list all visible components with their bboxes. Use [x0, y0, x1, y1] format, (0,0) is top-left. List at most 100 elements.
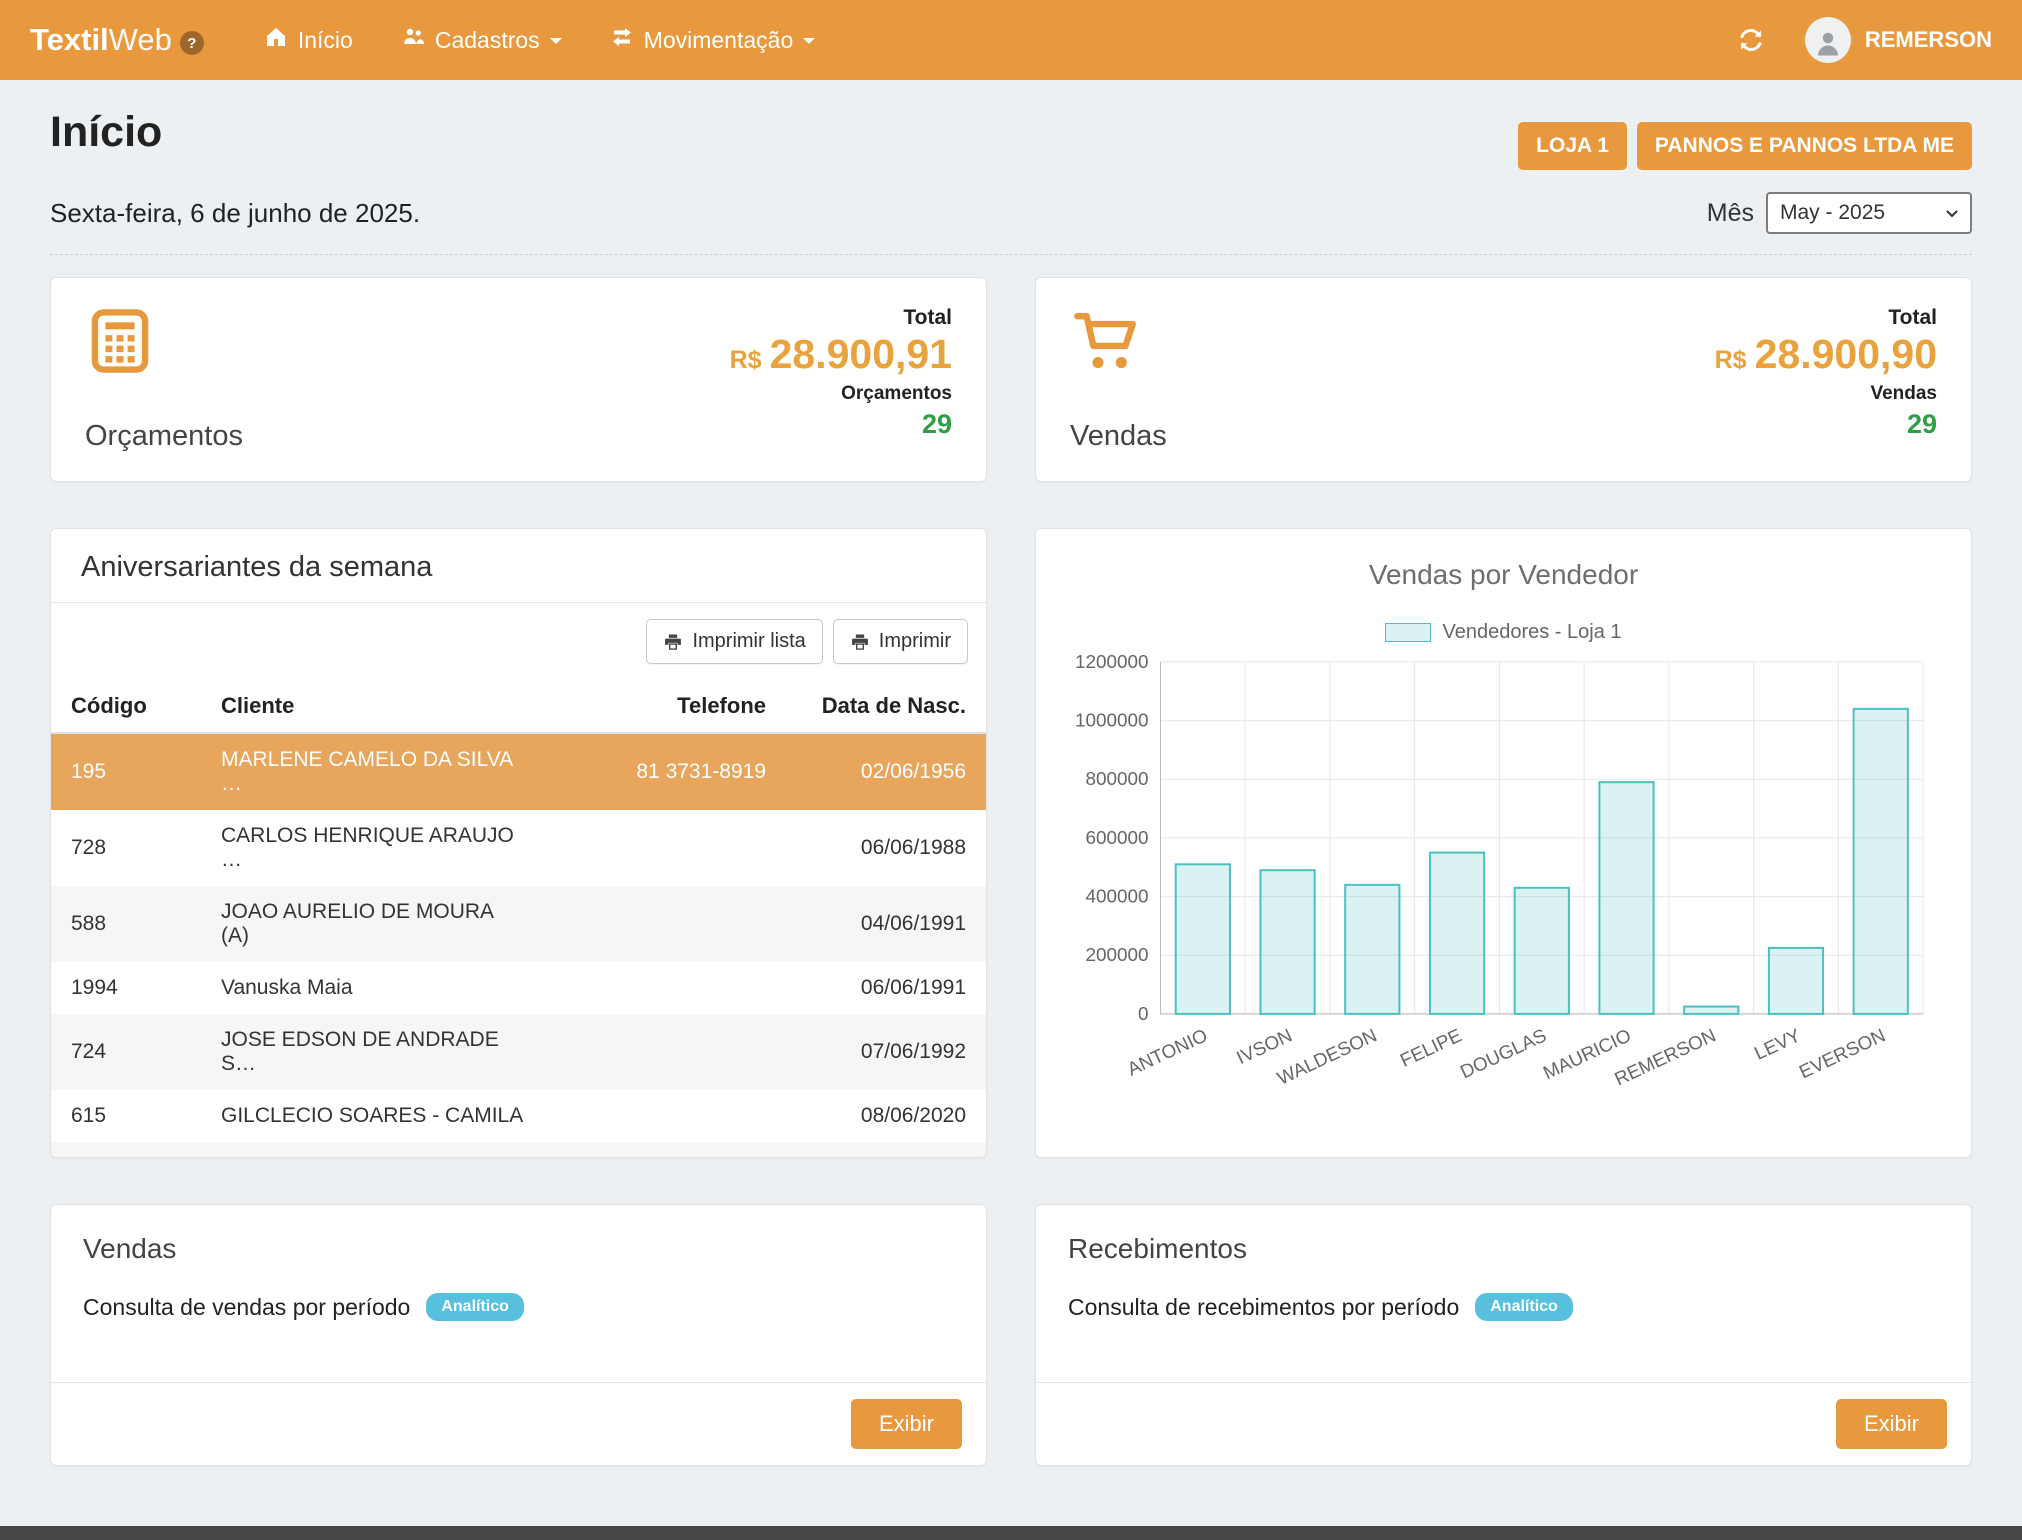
month-select[interactable]: May - 2025 [1766, 192, 1972, 234]
users-icon [401, 25, 425, 55]
chart-legend[interactable]: Vendedores - Loja 1 [1066, 621, 1941, 644]
nav-inicio[interactable]: Início [264, 25, 353, 55]
print-button[interactable]: Imprimir [833, 619, 968, 664]
printer-icon [663, 632, 683, 652]
cell-telefone [546, 1014, 786, 1090]
svg-text:1000000: 1000000 [1075, 711, 1148, 732]
cell-codigo: 615 [51, 1090, 201, 1142]
svg-text:EVERSON: EVERSON [1796, 1025, 1889, 1083]
company-button[interactable]: PANNOS E PANNOS LTDA ME [1637, 122, 1972, 170]
vendas-count: 29 [1715, 409, 1937, 440]
card-description: Consulta de vendas por período [83, 1294, 410, 1321]
cell-telefone [546, 1090, 786, 1142]
vendas-chart-svg: 020000040000060000080000010000001200000A… [1066, 650, 1941, 1097]
analitico-badge: Analítico [1475, 1293, 1573, 1321]
current-date: Sexta-feira, 6 de junho de 2025. [50, 198, 420, 229]
help-icon[interactable]: ? [180, 31, 204, 55]
cell-nasc: 02/06/2023 [786, 1142, 986, 1158]
col-telefone: Telefone [546, 680, 786, 733]
birthdays-table: Código Cliente Telefone Data de Nasc. 19… [51, 680, 986, 1158]
svg-text:ANTONIO: ANTONIO [1124, 1025, 1211, 1080]
user-name: REMERSON [1865, 27, 1992, 53]
cell-codigo: 588 [51, 886, 201, 962]
page-title: Início [50, 108, 162, 157]
cell-cliente: CARLOS HENRIQUE ARAUJO … [201, 810, 546, 886]
cell-codigo: 728 [51, 810, 201, 886]
exibir-recebimentos-button[interactable]: Exibir [1836, 1399, 1947, 1449]
table-row[interactable]: 588JOAO AURELIO DE MOURA (A)04/06/1991 [51, 886, 986, 962]
cell-telefone [546, 962, 786, 1014]
print-list-button[interactable]: Imprimir lista [646, 619, 822, 664]
orcamentos-count: 29 [730, 409, 952, 440]
cell-nasc: 08/06/2020 [786, 1090, 986, 1142]
page-content: Início LOJA 1 PANNOS E PANNOS LTDA ME Se… [0, 80, 2022, 1496]
total-label: Total [1715, 306, 1937, 330]
exchange-arrows-icon [610, 25, 634, 55]
cell-nasc: 02/06/1956 [786, 733, 986, 810]
cell-nasc: 07/06/1992 [786, 1014, 986, 1090]
nav-label: Início [298, 27, 353, 54]
chevron-down-icon [550, 38, 562, 50]
cell-telefone [546, 810, 786, 886]
orcamentos-total-value: R$28.900,91 [730, 334, 952, 375]
vendas-summary-card: Vendas Total R$28.900,90 Vendas 29 [1035, 277, 1972, 482]
page-bottom-bar [0, 1526, 2022, 1540]
vendas-report-card: Vendas Consulta de vendas por período An… [50, 1204, 987, 1466]
cell-codigo: 1994 [51, 962, 201, 1014]
table-row[interactable]: 615GILCLECIO SOARES - CAMILA 08/06/2020 [51, 1090, 986, 1142]
store-button[interactable]: LOJA 1 [1518, 122, 1627, 170]
total-label: Total [730, 306, 952, 330]
svg-text:200000: 200000 [1086, 945, 1149, 966]
cell-cliente: GILCLECIO SOARES - CAMILA [201, 1090, 546, 1142]
nav-cadastros[interactable]: Cadastros [401, 25, 562, 55]
cell-telefone: 81 3731-8919 [546, 733, 786, 810]
nav-label: Cadastros [435, 27, 540, 54]
svg-text:FELIPE: FELIPE [1397, 1025, 1465, 1072]
col-cliente: Cliente [201, 680, 546, 733]
cell-nasc: 06/06/1988 [786, 810, 986, 886]
cell-nasc: 04/06/1991 [786, 886, 986, 962]
col-nasc: Data de Nasc. [786, 680, 986, 733]
chevron-down-icon [1944, 205, 1960, 221]
main-nav: Início Cadastros Movimentação [264, 25, 815, 55]
month-label: Mês [1707, 199, 1754, 228]
birthdays-panel: Aniversariantes da semana Imprimir lista… [50, 528, 987, 1158]
svg-text:LEVY: LEVY [1751, 1025, 1804, 1065]
table-row[interactable]: 195MARLENE CAMELO DA SILVA …81 3731-8919… [51, 733, 986, 810]
calculator-icon [85, 306, 155, 376]
refresh-icon[interactable] [1737, 26, 1765, 54]
svg-text:IVSON: IVSON [1234, 1025, 1296, 1069]
brand-light: Web [109, 22, 172, 58]
month-select-value: May - 2025 [1780, 201, 1885, 225]
svg-text:DOUGLAS: DOUGLAS [1457, 1025, 1550, 1083]
table-row[interactable]: 724JOSE EDSON DE ANDRADE S…07/06/1992 [51, 1014, 986, 1090]
cell-telefone [546, 1142, 786, 1158]
table-row[interactable]: 950MATHEUS FELIPE FERREIRA …02/06/2023 [51, 1142, 986, 1158]
user-menu[interactable]: REMERSON [1805, 17, 1992, 63]
birthdays-title: Aniversariantes da semana [51, 529, 986, 603]
table-row[interactable]: 728CARLOS HENRIQUE ARAUJO … 06/06/1988 [51, 810, 986, 886]
divider [50, 254, 1972, 255]
cell-telefone [546, 886, 786, 962]
cell-cliente: Vanuska Maia [201, 962, 546, 1014]
exibir-vendas-button[interactable]: Exibir [851, 1399, 962, 1449]
brand-logo[interactable]: TextilWeb ? [30, 22, 204, 58]
nav-label: Movimentação [644, 27, 794, 54]
vendas-label: Vendas [1070, 420, 1167, 453]
col-codigo: Código [51, 680, 201, 733]
top-navbar: TextilWeb ? Início Cadastros Movimentaçã… [0, 0, 2022, 80]
legend-label: Vendedores - Loja 1 [1442, 621, 1621, 644]
card-title: Vendas [83, 1233, 954, 1265]
chart-title: Vendas por Vendedor [1066, 559, 1941, 591]
chevron-down-icon [803, 38, 815, 50]
vendas-total-value: R$28.900,90 [1715, 334, 1937, 375]
svg-text:800000: 800000 [1086, 769, 1149, 790]
orcamentos-count-label: Orçamentos [730, 383, 952, 405]
orcamentos-label: Orçamentos [85, 420, 243, 453]
vendas-count-label: Vendas [1715, 383, 1937, 405]
recebimentos-report-card: Recebimentos Consulta de recebimentos po… [1035, 1204, 1972, 1466]
table-row[interactable]: 1994Vanuska Maia06/06/1991 [51, 962, 986, 1014]
analitico-badge: Analítico [426, 1293, 524, 1321]
nav-movimentacao[interactable]: Movimentação [610, 25, 816, 55]
svg-text:1200000: 1200000 [1075, 652, 1148, 673]
